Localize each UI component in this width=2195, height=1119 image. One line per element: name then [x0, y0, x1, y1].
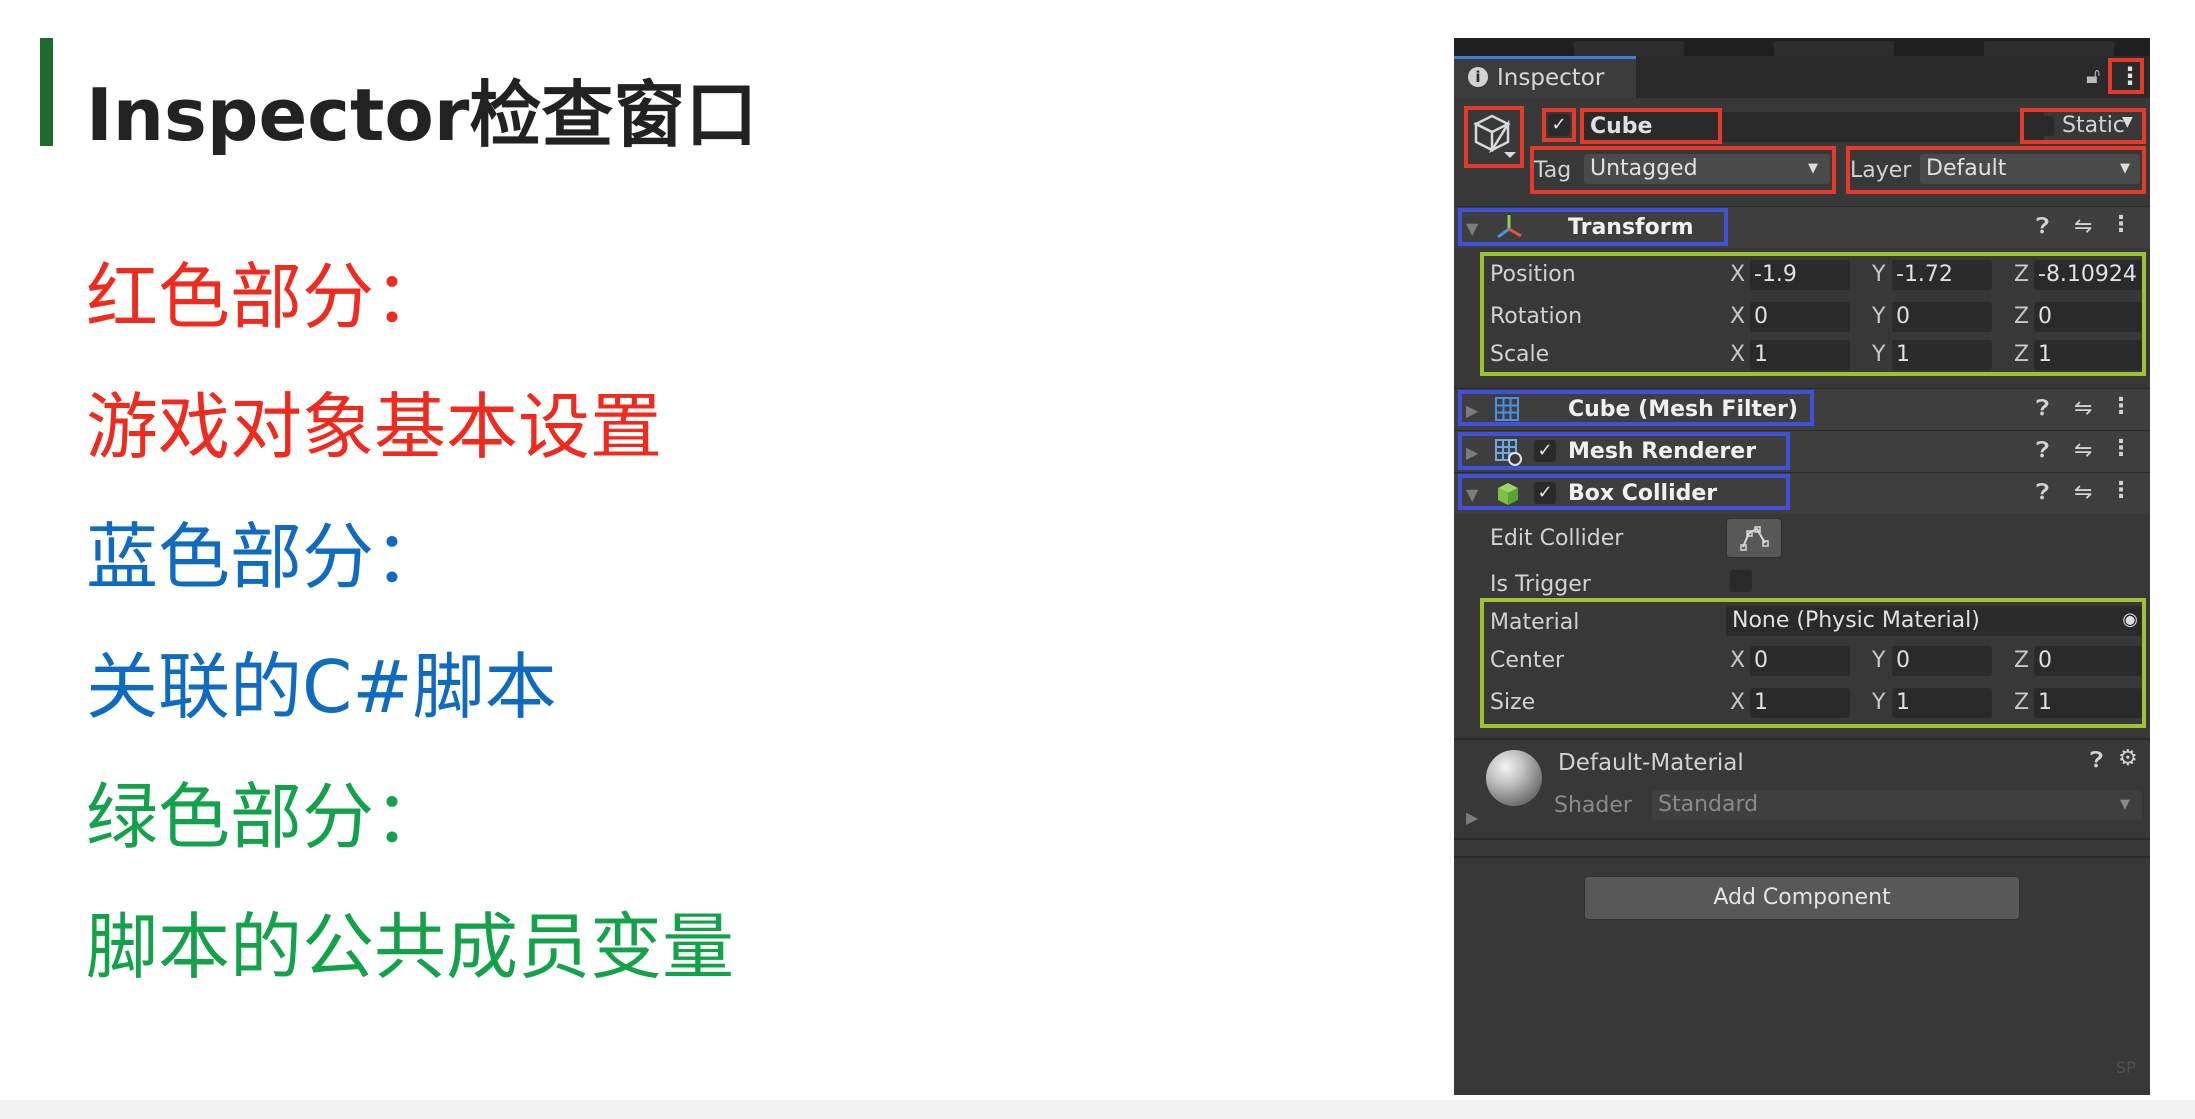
green-section-heading: 绿色部分： — [86, 775, 447, 859]
component-menu-icon[interactable]: ⋮ — [2110, 436, 2132, 461]
edit-collider-label: Edit Collider — [1490, 526, 1624, 551]
highlight-red-layer — [1846, 146, 2146, 194]
info-icon: i — [1468, 67, 1488, 87]
blue-section-description: 关联的C#脚本 — [86, 645, 557, 729]
highlight-blue-transform — [1458, 208, 1728, 246]
edit-collider-button[interactable] — [1726, 518, 1782, 558]
highlight-blue-box-collider — [1458, 474, 1790, 510]
gear-icon[interactable]: ⚙︎ — [2118, 746, 2138, 771]
material-sphere-preview — [1486, 750, 1542, 806]
highlight-green-transform — [1480, 252, 2146, 376]
chevron-down-icon: ▼ — [2120, 797, 2130, 812]
highlight-red-menu — [2108, 58, 2144, 94]
presets-icon[interactable]: ⇋ — [2074, 438, 2092, 463]
material-name: Default-Material — [1558, 750, 1744, 776]
blue-section-heading: 蓝色部分： — [86, 515, 447, 599]
window-top-strip — [1454, 38, 2150, 56]
inspector-panel: i Inspector 🔓︎ ⋮ ✓ Cube Static ▼ Tag Unt… — [1454, 38, 2150, 1095]
tab-inspector[interactable]: i Inspector — [1454, 56, 1636, 98]
highlight-blue-mesh-renderer — [1458, 432, 1790, 470]
inspector-tab-bar: i Inspector 🔓︎ ⋮ — [1454, 56, 2150, 98]
add-component-button[interactable]: Add Component — [1584, 876, 2020, 920]
highlight-red-icon — [1464, 106, 1524, 168]
shader-dropdown[interactable]: Standard ▼ — [1652, 790, 2142, 820]
red-section-description: 游戏对象基本设置 — [86, 385, 663, 469]
highlight-green-box-collider — [1480, 598, 2146, 728]
help-icon[interactable]: ❓︎ — [2036, 214, 2049, 239]
highlight-red-name — [1580, 108, 1722, 144]
title-accent-bar — [40, 38, 53, 146]
fold-arrow-icon[interactable]: ▶ — [1466, 808, 1478, 827]
highlight-red-active — [1542, 108, 1576, 142]
shader-label: Shader — [1554, 793, 1632, 818]
component-menu-icon[interactable]: ⋮ — [2110, 394, 2132, 419]
presets-icon[interactable]: ⇋ — [2074, 214, 2092, 239]
lock-icon[interactable]: 🔓︎ — [2086, 64, 2100, 89]
section-divider — [1454, 838, 2150, 840]
component-menu-icon[interactable]: ⋮ — [2110, 478, 2132, 503]
help-icon[interactable]: ❓︎ — [2090, 748, 2103, 773]
section-divider — [1454, 856, 2150, 858]
highlight-red-tag — [1530, 146, 1836, 194]
slide-bottom-strip — [0, 1100, 2195, 1119]
highlight-blue-mesh-filter — [1458, 390, 1814, 426]
shader-value: Standard — [1658, 792, 1759, 817]
is-trigger-checkbox[interactable] — [1730, 570, 1752, 592]
section-divider — [1454, 738, 2150, 740]
component-menu-icon[interactable]: ⋮ — [2110, 212, 2132, 237]
red-section-heading: 红色部分： — [86, 255, 447, 339]
presets-icon[interactable]: ⇋ — [2074, 396, 2092, 421]
edit-collider-icon — [1740, 526, 1769, 551]
help-icon[interactable]: ❓︎ — [2036, 480, 2049, 505]
help-icon[interactable]: ❓︎ — [2036, 396, 2049, 421]
watermark-text: SP — [2116, 1058, 2136, 1077]
green-section-description: 脚本的公共成员变量 — [86, 905, 735, 989]
help-icon[interactable]: ❓︎ — [2036, 438, 2049, 463]
highlight-red-static — [2020, 108, 2146, 144]
is-trigger-label: Is Trigger — [1490, 572, 1591, 597]
tab-inspector-label: Inspector — [1497, 65, 1605, 91]
presets-icon[interactable]: ⇋ — [2074, 480, 2092, 505]
slide-title: Inspector检查窗口 — [86, 73, 758, 157]
